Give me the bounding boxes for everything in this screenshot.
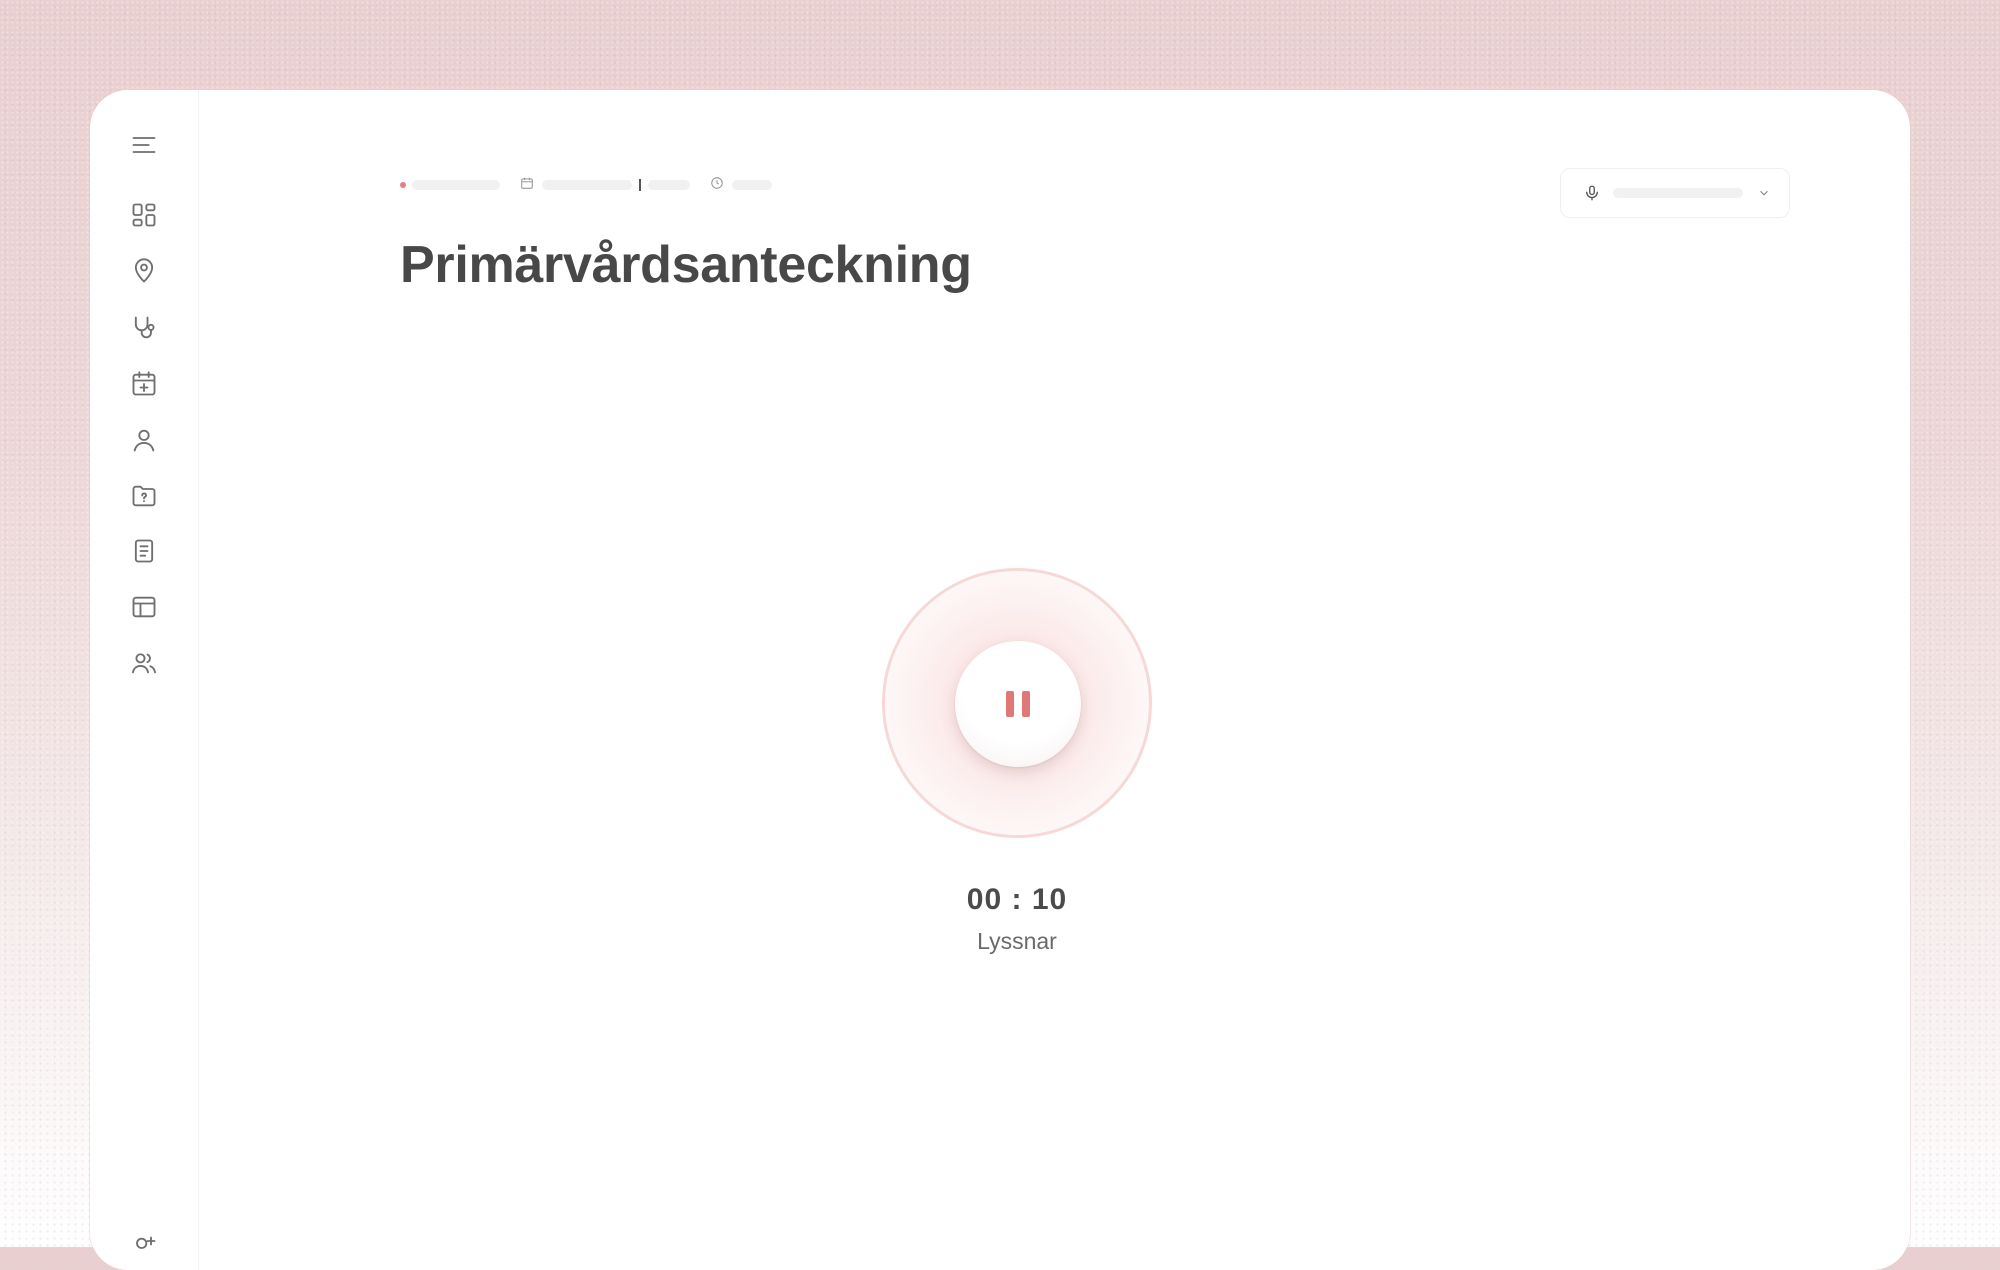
stethoscope-icon[interactable] xyxy=(124,308,164,348)
clock-icon xyxy=(710,176,724,195)
pause-button[interactable] xyxy=(955,641,1081,767)
calendar-add-icon[interactable] xyxy=(124,364,164,404)
document-icon[interactable] xyxy=(124,531,164,571)
folder-help-icon[interactable] xyxy=(124,476,164,516)
users-icon[interactable] xyxy=(124,643,164,683)
chevron-down-icon xyxy=(1757,186,1771,200)
location-pin-icon[interactable] xyxy=(124,251,164,291)
meta-placeholder xyxy=(648,180,690,190)
meta-placeholder xyxy=(412,180,500,190)
note-meta-row xyxy=(400,175,772,195)
pause-icon xyxy=(1006,691,1014,717)
table-icon[interactable] xyxy=(124,587,164,627)
menu-icon[interactable] xyxy=(124,125,164,165)
meta-separator xyxy=(639,179,641,191)
user-icon[interactable] xyxy=(124,420,164,460)
microphone-select[interactable] xyxy=(1560,168,1790,218)
recording-indicator-dot xyxy=(400,182,406,188)
microphone-icon xyxy=(1583,184,1601,202)
time-placeholder xyxy=(732,180,772,190)
calendar-icon xyxy=(520,176,534,195)
account-add-icon[interactable] xyxy=(124,1228,164,1268)
recording-status: Lyssnar xyxy=(977,928,1057,954)
app-window: Primärvårdsanteckning 00 : 10 Lyssnar xyxy=(90,90,1910,1270)
sidebar xyxy=(90,90,199,1270)
dashboard-icon[interactable] xyxy=(124,195,164,235)
page-title: Primärvårdsanteckning xyxy=(400,235,972,294)
date-placeholder xyxy=(542,180,632,190)
microphone-name-placeholder xyxy=(1613,188,1743,198)
recording-timer: 00 : 10 xyxy=(966,883,1068,916)
